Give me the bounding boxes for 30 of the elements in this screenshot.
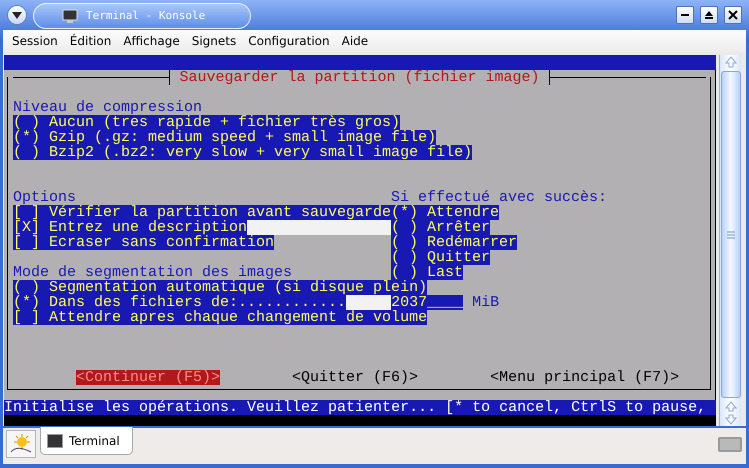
radio-option[interactable]: (*) Gzip (.gz: medium speed + small image file) — [13, 130, 436, 145]
menu-item[interactable]: Signets — [186, 32, 244, 50]
menu-item[interactable]: Configuration — [243, 32, 337, 50]
option-item[interactable]: (*) Dans des fichiers de:............ — [13, 295, 346, 310]
radio-option[interactable]: ( ) Arrêter — [391, 220, 490, 235]
unit-label: MiB — [472, 295, 500, 310]
option-item[interactable]: ( ) Segmentation automatique (si disque plein) — [13, 280, 428, 295]
radio-option[interactable]: ( ) Bzip2 (.bz2: very slow + very small image file) — [13, 145, 472, 160]
dialog-title: Sauvegarder la partition (fichier image) — [178, 70, 541, 85]
checkbox-option[interactable]: [X] Entrez une description — [13, 220, 248, 235]
section-label: Niveau de compression — [13, 100, 202, 115]
checkbox-option[interactable]: [ ] Vérifier la partition avant sauvegarde — [13, 205, 392, 220]
taskbar-button[interactable]: Terminal — [40, 427, 133, 455]
radio-option[interactable]: ( ) Redémarrer — [391, 235, 518, 250]
menu-item[interactable]: Affichage — [118, 32, 187, 50]
radio-option[interactable]: (*) Attendre — [391, 205, 500, 220]
menu-item[interactable]: Aide — [336, 32, 376, 50]
section-label: Si effectué avec succès: — [391, 190, 608, 205]
dialog-button[interactable]: <Quitter (F6)> — [292, 370, 418, 385]
menu-item[interactable]: Session — [7, 32, 65, 50]
option-item[interactable]: [ ] Attendre apres chaque changement de volume — [13, 310, 428, 325]
menu-item[interactable]: Édition — [64, 32, 118, 50]
window-title: Terminal - Konsole — [86, 8, 206, 24]
section-label: Mode de segmentation des images — [13, 265, 292, 280]
checkbox-option[interactable]: [ ] Ecraser sans confirmation — [13, 235, 274, 250]
radio-option[interactable]: ( ) Quitter — [391, 250, 490, 265]
radio-option[interactable]: ( ) Aucun (tres rapide + fichier très gros) — [13, 115, 400, 130]
section-label: Options — [13, 190, 76, 205]
dialog-button[interactable]: <Menu principal (F7)> — [490, 370, 680, 385]
radio-option[interactable]: ( ) Last — [391, 265, 464, 280]
